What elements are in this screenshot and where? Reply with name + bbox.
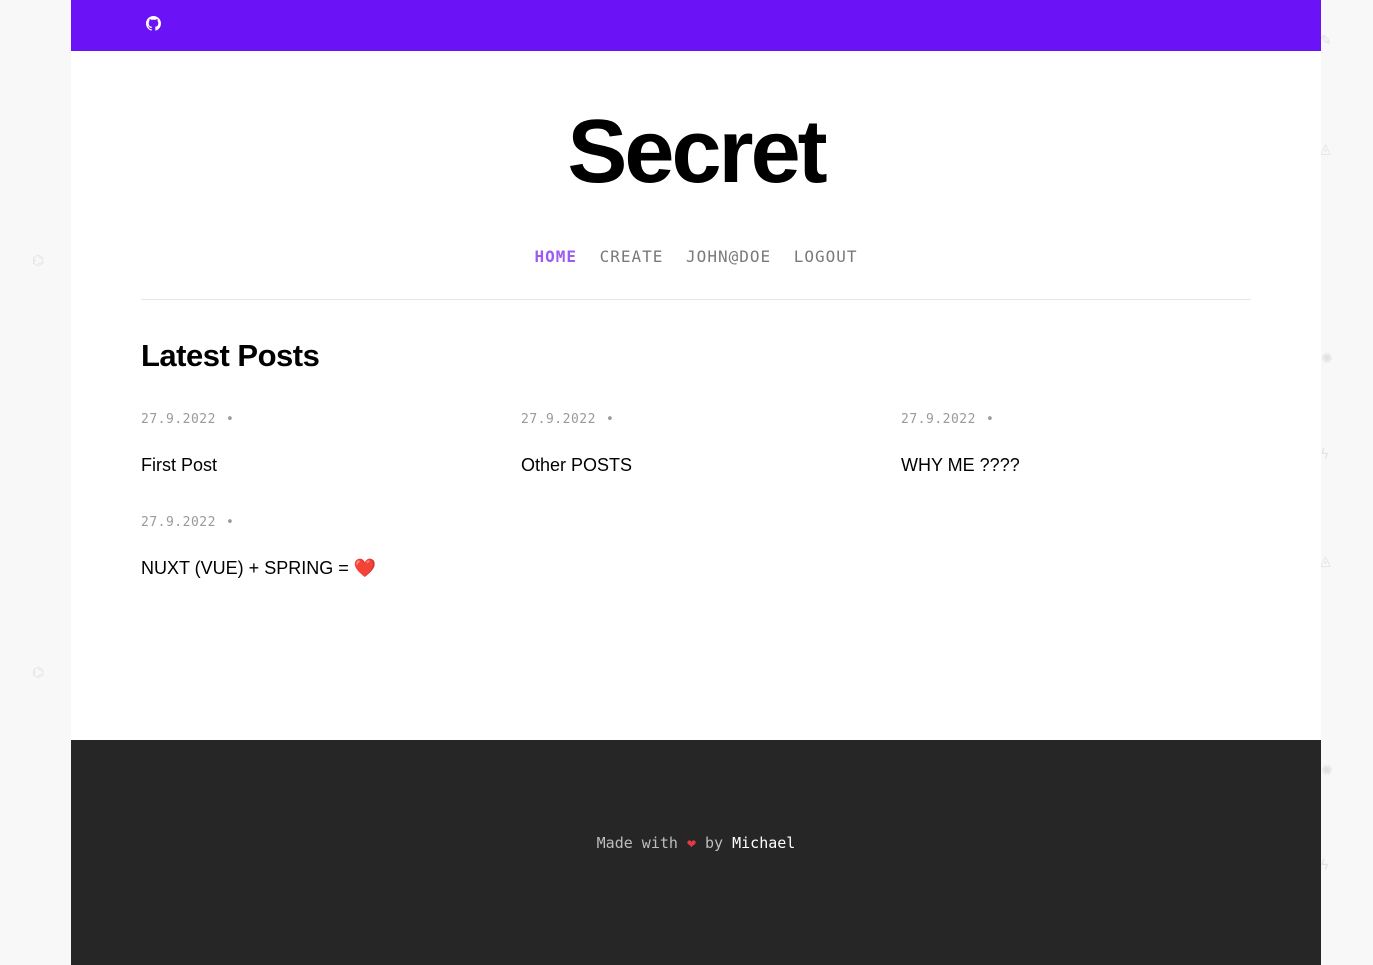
decorative-pencil-icon: ✎: [1320, 33, 1332, 49]
main-nav: HOME CREATE JOHN@DOE LOGOUT: [141, 247, 1251, 266]
site-title[interactable]: Secret: [141, 107, 1251, 197]
decorative-shape-icon: ◬: [1320, 141, 1331, 157]
nav-item-logout[interactable]: LOGOUT: [794, 247, 858, 266]
post-title-link[interactable]: Other POSTS: [521, 455, 881, 476]
post-date-separator: •: [225, 515, 235, 530]
post-item: 27.9.2022 • First Post: [141, 412, 501, 476]
post-item: 27.9.2022 • WHY ME ????: [901, 412, 1261, 476]
post-date-text: 27.9.2022: [141, 412, 216, 427]
post-date-separator: •: [985, 412, 995, 427]
site-footer: Made with ❤ by Michael: [71, 740, 1321, 965]
footer-by: by: [705, 834, 724, 852]
post-date-separator: •: [225, 412, 235, 427]
decorative-shape-icon: ⌬: [32, 253, 45, 269]
decorative-bolt-icon: ϟ: [1320, 447, 1330, 463]
top-bar: [71, 0, 1321, 51]
post-date: 27.9.2022 •: [141, 515, 501, 530]
decorative-shape-icon: ⌬: [32, 665, 45, 681]
post-title-link[interactable]: WHY ME ????: [901, 455, 1261, 476]
nav-item-home[interactable]: HOME: [534, 247, 577, 266]
heart-emoji-icon: ❤️: [353, 558, 377, 578]
post-date-text: 27.9.2022: [521, 412, 596, 427]
decorative-gear-icon: ✺: [1321, 351, 1333, 367]
post-date-text: 27.9.2022: [901, 412, 976, 427]
post-title-link[interactable]: NUXT (VUE) + SPRING = ❤️: [141, 558, 501, 579]
decorative-gear-icon: ✺: [1321, 763, 1333, 779]
decorative-bolt-icon: ϟ: [1320, 858, 1330, 874]
page-container: Secret HOME CREATE JOHN@DOE LOGOUT Lates…: [71, 0, 1321, 965]
nav-item-create[interactable]: CREATE: [600, 247, 664, 266]
post-item: 27.9.2022 • NUXT (VUE) + SPRING = ❤️: [141, 515, 501, 579]
github-icon[interactable]: [146, 16, 161, 31]
post-item: 27.9.2022 • Other POSTS: [521, 412, 881, 476]
post-date: 27.9.2022 •: [521, 412, 881, 427]
post-date-text: 27.9.2022: [141, 515, 216, 530]
footer-author-link[interactable]: Michael: [732, 834, 795, 852]
main-content: Latest Posts 27.9.2022 • First Post 27.9.…: [71, 338, 1321, 624]
post-list: 27.9.2022 • First Post 27.9.2022 • Other P…: [141, 374, 1251, 624]
post-title-link[interactable]: First Post: [141, 455, 501, 476]
site-header: Secret HOME CREATE JOHN@DOE LOGOUT: [141, 51, 1251, 300]
decorative-shape-icon: ◬: [1320, 553, 1331, 569]
footer-made-with: Made with: [596, 834, 678, 852]
heart-icon: ❤: [686, 834, 696, 852]
section-title: Latest Posts: [141, 338, 320, 373]
post-date: 27.9.2022 •: [141, 412, 501, 427]
footer-credit: Made with ❤ by Michael: [71, 834, 1321, 852]
post-date-separator: •: [605, 412, 615, 427]
nav-item-profile[interactable]: JOHN@DOE: [686, 247, 771, 266]
post-title-text: NUXT (VUE) + SPRING =: [141, 558, 354, 578]
post-date: 27.9.2022 •: [901, 412, 1261, 427]
